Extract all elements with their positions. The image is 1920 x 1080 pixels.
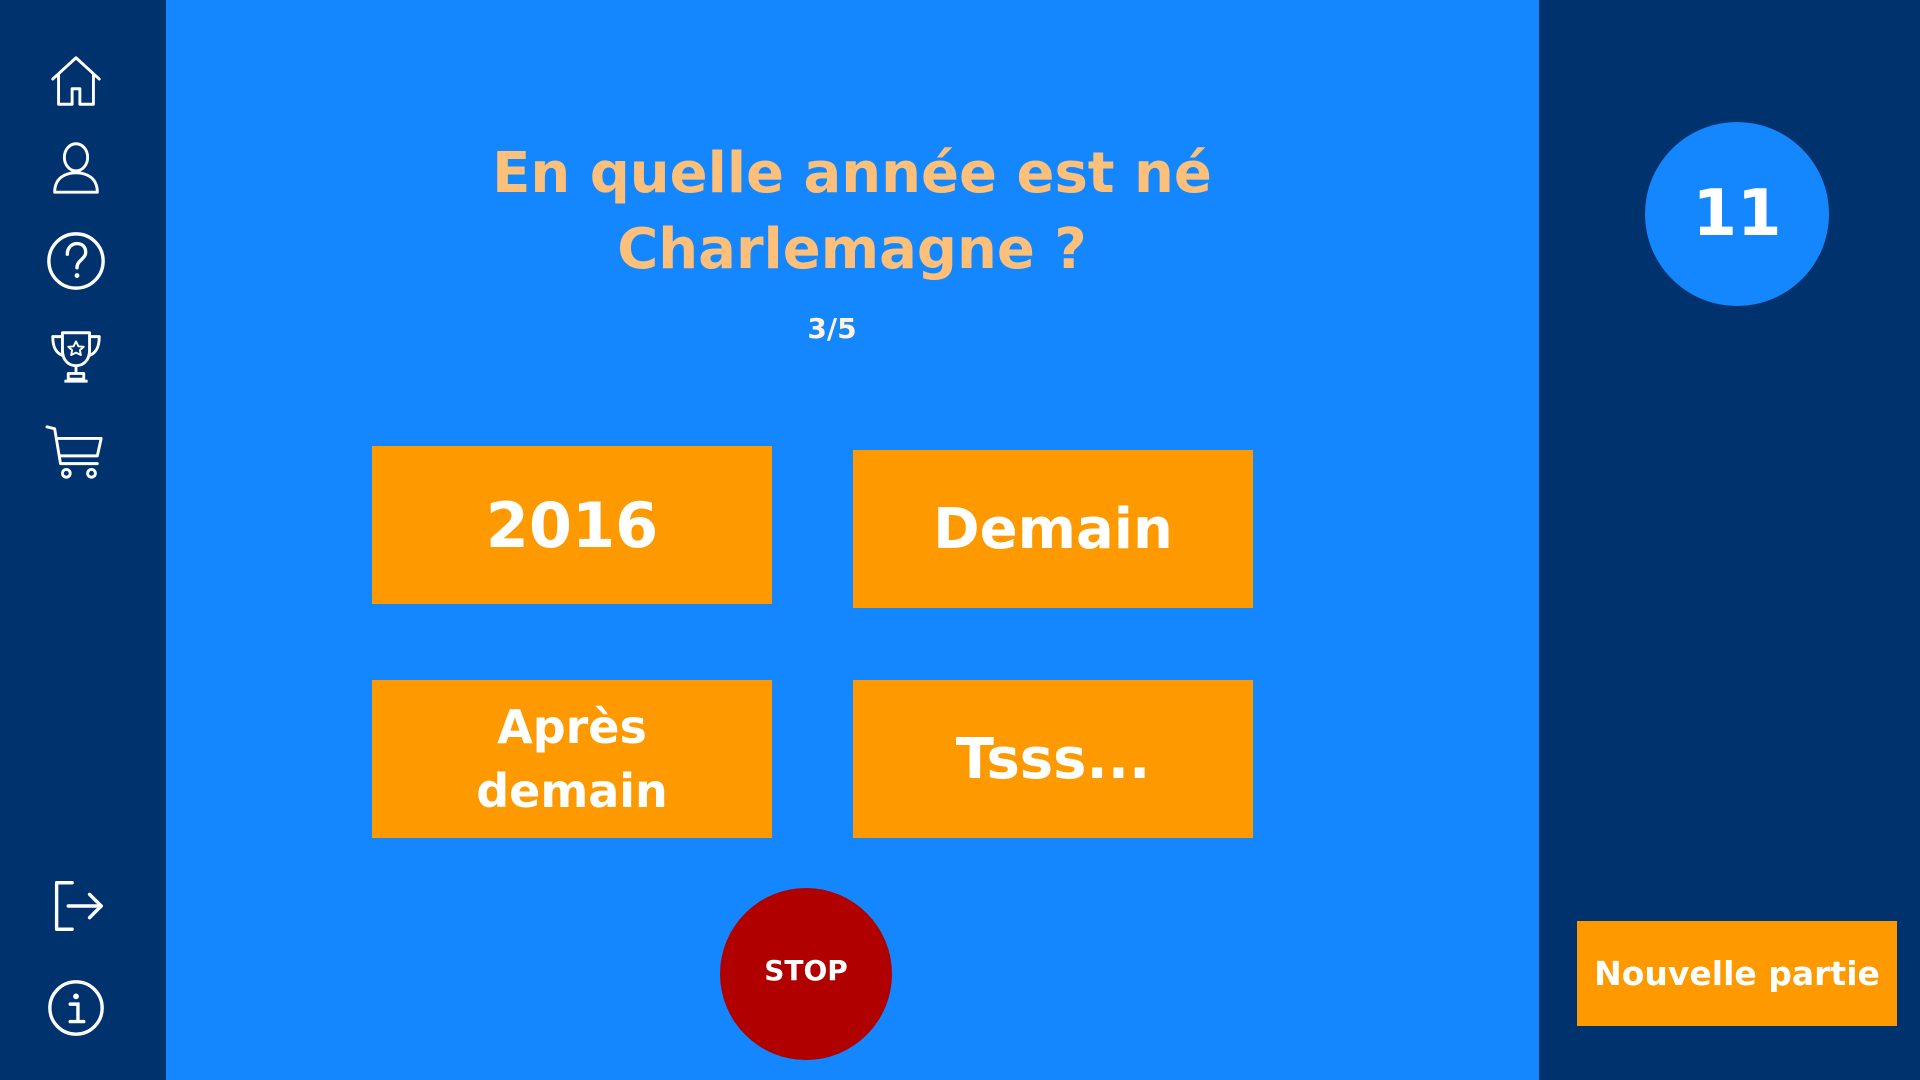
trophy-icon[interactable] xyxy=(38,318,114,394)
sidebar xyxy=(0,0,166,1080)
answer-label-2: Demain xyxy=(933,496,1173,562)
cart-icon[interactable] xyxy=(38,414,114,490)
logout-icon[interactable] xyxy=(38,868,114,944)
answer-button-3[interactable]: Après demain xyxy=(372,680,772,838)
home-icon[interactable] xyxy=(38,43,114,119)
answer-label-3: Après demain xyxy=(476,700,668,818)
answer-label-1: 2016 xyxy=(485,488,659,562)
info-icon[interactable] xyxy=(38,970,114,1046)
question-title: En quelle année est né Charlemagne ? xyxy=(492,141,1212,282)
stop-button[interactable]: STOP xyxy=(720,888,892,1060)
user-icon[interactable] xyxy=(38,129,114,205)
help-icon[interactable] xyxy=(38,223,114,299)
new-game-button[interactable]: Nouvelle partie xyxy=(1577,921,1897,1026)
answer-label-4: Tsss... xyxy=(955,726,1151,792)
answer-button-4[interactable]: Tsss... xyxy=(853,680,1253,838)
answer-button-1[interactable]: 2016 xyxy=(372,446,772,604)
answer-button-2[interactable]: Demain xyxy=(853,450,1253,608)
question-progress: 3/5 xyxy=(807,312,857,345)
score-badge: 11 xyxy=(1645,122,1829,306)
